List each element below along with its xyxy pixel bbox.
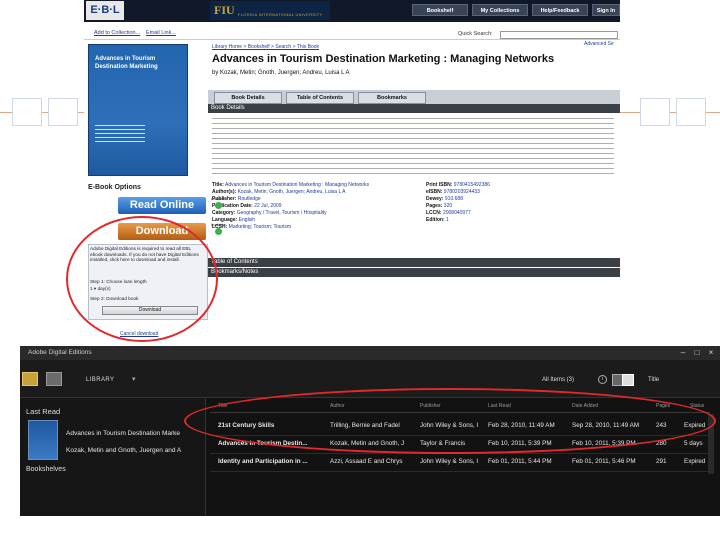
quick-search-input[interactable] (500, 31, 618, 39)
advanced-search-link[interactable]: Advanced Se (584, 41, 614, 47)
book-details-heading: Book Details (208, 104, 620, 113)
row-last-read: Feb 01, 2011, 5:44 PM (488, 458, 552, 465)
last-read-heading: Last Read (26, 407, 61, 416)
tab-table-of-contents[interactable]: Table of Contents (286, 92, 354, 104)
minimize-icon[interactable]: – (678, 348, 688, 358)
reading-view-icon[interactable] (46, 372, 62, 386)
row-date-added: Feb 01, 2011, 5:46 PM (572, 458, 636, 465)
book-description (212, 116, 614, 178)
library-label[interactable]: LIBRARY (86, 377, 114, 383)
download-availability: Available (208, 223, 228, 239)
available-icon (214, 228, 222, 235)
book-cover-editors (95, 125, 145, 143)
meta-authors: Author(s): Kozak, Metin; Gnoth, Juergen;… (212, 189, 346, 195)
last-read-title[interactable]: Advances in Tourism Destination Marke (66, 430, 200, 437)
bookshelf-button[interactable]: Bookshelf (412, 4, 468, 16)
quick-search-label: Quick Search: (458, 31, 493, 37)
book-cover: Advances in Tourism Destination Marketin… (88, 44, 188, 176)
slide-deco-square (48, 98, 78, 126)
read-online-button[interactable]: Read Online (118, 197, 206, 214)
close-icon[interactable]: × (706, 348, 716, 358)
add-to-collection-link[interactable]: Add to Collection... (94, 30, 140, 36)
read-online-availability: Available (208, 197, 228, 213)
available-icon (214, 202, 222, 209)
meta-lccn: LCCN: 2008040977 (426, 210, 471, 216)
highlight-oval-library (184, 388, 716, 454)
highlight-oval-download (66, 216, 218, 342)
meta-print-isbn: Print ISBN: 9780415492386 (426, 182, 490, 188)
ade-window-title: Adobe Digital Editions (20, 346, 720, 360)
breadcrumb[interactable]: Library Home > Bookshelf > Search > This… (212, 44, 319, 50)
slide-deco-square (676, 98, 706, 126)
meta-edition: Edition: 1 (426, 217, 449, 223)
fiu-logo: FIU FLORIDA INTERNATIONAL UNIVERSITY (210, 1, 330, 20)
row-pages: 291 (656, 458, 667, 465)
last-read-thumbnail[interactable] (28, 420, 58, 460)
table-of-contents-heading[interactable]: Table of Contents (208, 258, 620, 267)
list-view-icon[interactable] (622, 374, 634, 386)
email-link[interactable]: Email Link... (146, 30, 176, 36)
slide-deco-square (640, 98, 670, 126)
sign-in-button[interactable]: Sign In (592, 4, 620, 16)
bookshelves-heading: Bookshelves (26, 466, 66, 473)
ebook-options-title: E-Book Options (88, 184, 141, 191)
library-view-icon[interactable] (22, 372, 38, 386)
bookmarks-notes-heading[interactable]: Bookmarks/Notes (208, 268, 620, 277)
meta-dewey: Dewey: 910.688 (426, 196, 463, 202)
meta-category: Category: Geography / Travel, Tourism / … (212, 210, 327, 216)
last-read-author: Kozak, Metin and Gnoth, Juergen and A (66, 447, 182, 454)
book-author: by Kozak, Metin; Gnoth, Juergen; Andreu,… (212, 70, 350, 76)
book-title: Advances in Tourism Destination Marketin… (212, 53, 555, 65)
filter-info-icon[interactable]: i (598, 375, 607, 384)
help-feedback-button[interactable]: Help/Feedback (532, 4, 588, 16)
sort-label[interactable]: Title (648, 377, 659, 383)
book-cover-title: Advances in Tourism Destination Marketin… (95, 56, 158, 70)
my-collections-button[interactable]: My Collections (472, 4, 528, 16)
meta-title: Title: Advances in Tourism Destination M… (212, 182, 370, 188)
slide-deco-square (12, 98, 42, 126)
fiu-name: FLORIDA INTERNATIONAL UNIVERSITY (238, 12, 323, 17)
ebl-logo[interactable]: E·B·L (86, 1, 124, 20)
fiu-mark: FIU (214, 3, 235, 17)
meta-eisbn: eISBN: 9780203924433 (426, 189, 480, 195)
filter-label[interactable]: All Items (3) (542, 377, 574, 383)
maximize-icon[interactable]: □ (692, 348, 702, 358)
tab-bookmarks[interactable]: Bookmarks (358, 92, 426, 104)
slide: E·B·L FIU FLORIDA INTERNATIONAL UNIVERSI… (0, 0, 720, 540)
row-author: Azzi, Assaad E and Chrys (330, 458, 403, 465)
table-row[interactable]: Identity and Participation in ... Azzi, … (210, 454, 710, 472)
row-publisher: John Wiley & Sons, I (420, 458, 479, 465)
meta-pages: Pages: 320 (426, 203, 453, 209)
row-title: Identity and Participation in ... (218, 458, 308, 465)
tab-book-details[interactable]: Book Details (214, 92, 282, 104)
chevron-down-icon[interactable]: ▾ (132, 375, 136, 383)
